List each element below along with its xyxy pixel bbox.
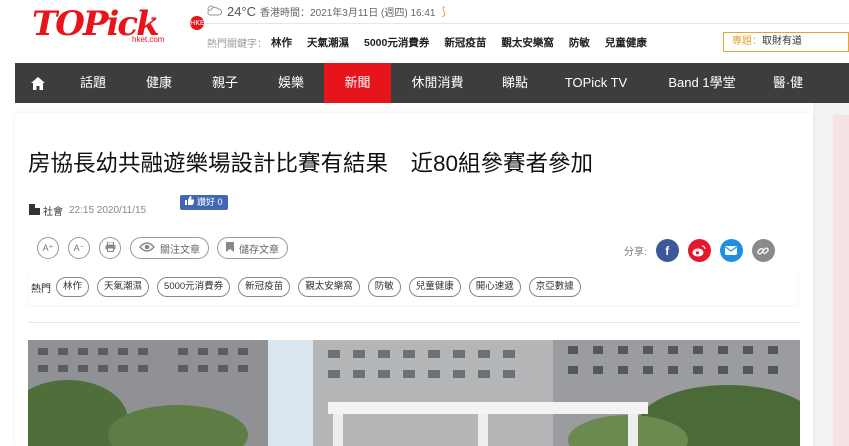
hot-keyword[interactable]: 防敏 [569,35,590,50]
hot-tag[interactable]: 防敏 [367,277,401,297]
article-time: 22:15 2020/11/15 [69,205,147,216]
like-count-label: 讚好 0 [197,197,223,207]
header-divider [205,23,849,24]
facebook-like-button[interactable]: 讚好 0 [180,195,228,210]
nav-item-entertainment[interactable]: 娛樂 [258,63,324,103]
hot-tag[interactable]: 新冠疫苗 [238,277,291,297]
follow-article-button[interactable]: 關注文章 [130,237,209,259]
logo-subtext: hket.com [132,35,165,44]
weather-temperature: 24°C [227,3,257,19]
topick-logo[interactable]: TOPick HKET hket.com [32,4,209,48]
print-button[interactable] [99,237,121,259]
category-icon [29,203,40,218]
hot-keyword[interactable]: 天氣潮濕 [307,35,349,50]
hot-keywords-bar: 熱門關鍵字： 林作 天氣潮濕 5000元消費券 新冠疫苗 覲太安樂窩 防敏 兒童… [207,35,662,50]
weather-cloud-icon [205,3,223,20]
topic-selector[interactable]: 專題：取財有道 [723,32,849,52]
facebook-icon[interactable]: f [655,239,679,262]
font-decrease-button[interactable]: A⁻ [68,237,90,259]
nav-item-topick-tv[interactable]: TOPick TV [546,63,646,103]
hot-tag[interactable]: 開心速遞 [468,277,521,297]
eye-icon [139,241,160,255]
current-datetime: 2021年3月11日 (週四) 16:41 [310,7,436,19]
article-toolbar: A⁺ A⁻ 關注文章 儲存文章 [37,237,296,259]
nav-item-news[interactable]: 新聞 [324,63,391,103]
hot-tag[interactable]: 天氣潮濕 [97,277,150,297]
weibo-icon[interactable] [687,239,711,262]
nav-item-parenting[interactable]: 親子 [192,63,258,103]
save-article-label: 儲存文章 [239,244,279,256]
content-divider [28,322,800,323]
hot-keywords-label: 熱門關鍵字： [207,39,267,50]
email-icon[interactable] [719,239,743,262]
hot-keyword[interactable]: 林作 [271,35,292,50]
printer-icon [105,241,116,254]
side-advert[interactable] [833,115,849,446]
article-title: 房協長幼共融遊樂場設計比賽有結果 近80組參賽者參加 [28,151,594,176]
hot-tag[interactable]: 兒童健康 [408,277,461,297]
topic-label: 專題： [732,36,762,47]
hot-keyword[interactable]: 覲太安樂窩 [501,35,554,50]
nav-item-band1[interactable]: Band 1學堂 [646,63,758,103]
save-article-button[interactable]: 儲存文章 [217,237,288,259]
follow-article-label: 關注文章 [160,244,200,256]
link-icon[interactable] [751,239,775,262]
article-category[interactable]: 社會 [43,203,63,218]
hot-keyword[interactable]: 5000元消費券 [364,35,429,50]
bookmark-icon [226,241,239,255]
hot-keyword[interactable]: 兒童健康 [605,35,647,50]
logo-badge: HKET [190,16,209,30]
hot-tag[interactable]: 京亞數據 [528,277,581,297]
nav-item-health[interactable]: 健康 [126,63,192,103]
home-icon[interactable] [15,63,60,103]
article-photo[interactable] [28,340,800,446]
share-bar: 分享: f [624,239,775,262]
hot-tags-label: 熱門 [31,283,51,295]
share-label: 分享: [624,247,647,258]
article-meta: 社會 22:15 2020/11/15 [29,203,146,218]
nav-item-topics[interactable]: 話題 [60,63,126,103]
hot-tag[interactable]: 林作 [56,277,90,297]
playground-photo-illustration [28,340,800,446]
nav-item-leisure[interactable]: 休閒消費 [391,63,484,103]
site-header: TOPick HKET hket.com 24°C 香港時間： 2021年3月1… [0,0,849,62]
hot-keyword[interactable]: 新冠疫苗 [444,35,486,50]
main-nav: 話題 健康 親子 娛樂 新聞 休閒消費 睇點 TOPick TV Band 1學… [15,63,849,103]
hot-tags: 熱門 林作 天氣潮濕 5000元消費券 新冠疫苗 覲太安樂窩 防敏 兒童健康 開… [31,277,589,297]
rss-icon[interactable]: ⟆ [441,5,445,18]
topic-value: 取財有道 [762,36,802,47]
time-label: 香港時間： [260,7,311,19]
nav-item-medical[interactable]: 醫·健 [758,63,818,103]
weather-bar: 24°C 香港時間： 2021年3月11日 (週四) 16:41 ⟆ [205,3,446,19]
hot-tag[interactable]: 覲太安樂窩 [298,277,360,297]
hot-tag[interactable]: 5000元消費券 [157,277,231,297]
font-increase-button[interactable]: A⁺ [37,237,59,259]
nav-item-viewpoint[interactable]: 睇點 [484,63,546,103]
thumbs-up-icon [185,195,197,210]
